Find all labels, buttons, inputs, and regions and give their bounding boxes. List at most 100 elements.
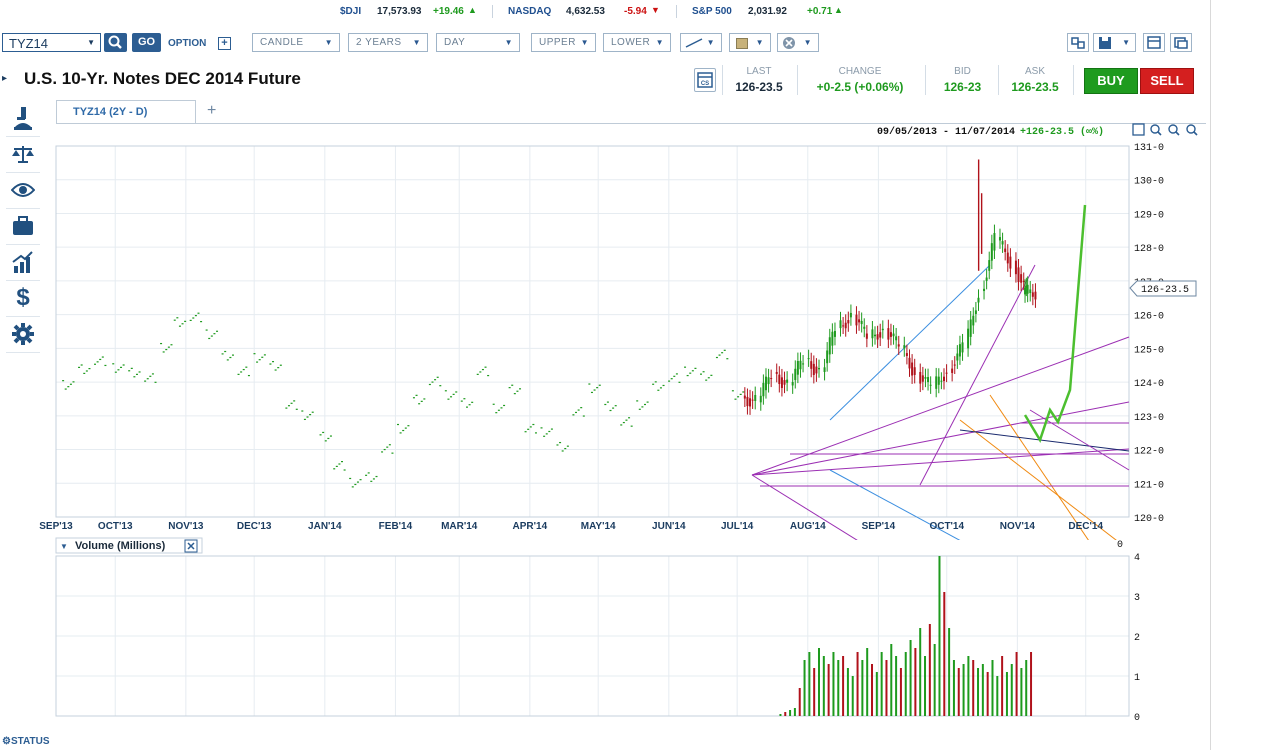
layout-button[interactable] — [1143, 33, 1165, 52]
volume-bar — [914, 648, 917, 716]
volume-bar — [895, 656, 898, 716]
buy-button[interactable]: BUY — [1084, 68, 1138, 94]
go-button[interactable]: GO — [132, 33, 161, 52]
candle-body — [791, 381, 794, 386]
volume-bar — [904, 652, 907, 716]
volume-bar — [909, 640, 912, 716]
candle-body — [828, 337, 831, 355]
date-tick-label: OCT'14 — [929, 521, 964, 532]
candle-body — [953, 364, 956, 366]
upper-value: UPPER — [539, 37, 576, 48]
settings-share-button[interactable] — [1067, 33, 1089, 52]
candle-body — [1020, 274, 1023, 283]
volume-bar — [885, 660, 888, 716]
color-tool[interactable]: ▼ — [729, 33, 771, 52]
volume-bar — [991, 660, 994, 716]
chevron-down-icon: ▼ — [412, 38, 421, 47]
interval-select[interactable]: DAY ▼ — [436, 33, 520, 52]
add-option-icon[interactable]: + — [218, 37, 231, 50]
candle-body — [1022, 280, 1025, 282]
date-tick-label: JUN'14 — [652, 521, 686, 532]
layout-icon — [1147, 36, 1161, 49]
volume-bar — [1020, 668, 1023, 716]
chevron-down-icon: ▼ — [580, 38, 589, 47]
instrument-title: U.S. 10-Yr. Notes DEC 2014 Future — [24, 69, 301, 88]
popout-button[interactable] — [1170, 33, 1192, 52]
price-chart[interactable]: 131-0130-0129-0128-0127-0126-0125-0124-0… — [0, 120, 1210, 540]
chevron-down-icon[interactable]: ▼ — [87, 38, 95, 47]
candle-body — [780, 377, 783, 389]
candle-body — [823, 367, 826, 372]
candle-body — [967, 328, 970, 349]
ticker-name-sp500[interactable]: S&P 500 — [692, 6, 732, 17]
add-tab-button[interactable]: + — [207, 102, 216, 120]
color-swatch-icon — [736, 38, 748, 49]
upper-indicator-select[interactable]: UPPER ▼ — [531, 33, 596, 52]
ticker-change-sp500: +0.71 — [807, 6, 833, 17]
ticker-name-dji[interactable]: $DJI — [340, 6, 361, 17]
support-line — [959, 429, 1130, 452]
candle-body — [897, 344, 900, 347]
calendar-button[interactable]: CS — [694, 68, 716, 92]
save-button[interactable]: ▼ — [1093, 33, 1136, 52]
volume-bar — [866, 648, 869, 716]
candle-body — [935, 376, 938, 389]
candle-body — [775, 371, 778, 374]
zoom-in-icon[interactable] — [1150, 124, 1162, 136]
volume-bar — [981, 664, 984, 716]
interval-value: DAY — [444, 37, 466, 48]
candle-body — [764, 376, 767, 391]
candle-body — [940, 380, 943, 382]
candle-body — [990, 243, 993, 261]
candle-body — [951, 368, 954, 373]
status-link[interactable]: ⚙STATUS — [2, 736, 49, 747]
candle-body — [924, 377, 927, 379]
pitchfork-mid-line — [751, 401, 1130, 476]
save-icon — [1099, 37, 1111, 49]
volume-tick-label: 4 — [1134, 553, 1140, 564]
candle-body — [759, 395, 762, 403]
fit-screen-icon[interactable] — [1132, 123, 1145, 136]
lower-indicator-select[interactable]: LOWER ▼ — [603, 33, 671, 52]
down-arrow-icon: ▼ — [651, 5, 660, 15]
search-button[interactable] — [104, 33, 127, 52]
candle-body — [1017, 267, 1020, 283]
option-label[interactable]: OPTION — [168, 38, 206, 49]
draw-line-tool[interactable]: ▼ — [680, 33, 722, 52]
search-icon — [108, 35, 122, 49]
volume-chart[interactable]: ▼ Volume (Millions) 0 4 3 2 1 0 — [0, 535, 1210, 725]
date-tick-label: JAN'14 — [308, 521, 342, 532]
price-tick-label: 129-0 — [1134, 210, 1164, 221]
volume-bar — [967, 656, 970, 716]
volume-bar — [948, 628, 951, 716]
range-select[interactable]: 2 YEARS ▼ — [348, 33, 428, 52]
candle-body — [794, 368, 797, 381]
chevron-down-icon[interactable]: ▼ — [60, 542, 68, 551]
symbol-input[interactable]: TYZ14 ▼ — [2, 33, 101, 52]
volume-bar — [962, 664, 965, 716]
candle-body — [1026, 284, 1029, 294]
price-tick-label: 120-0 — [1134, 514, 1164, 525]
volume-bar — [1005, 672, 1008, 716]
collapse-arrow-icon[interactable]: ▸ — [2, 73, 7, 84]
up-arrow-icon: ▲ — [834, 5, 843, 15]
zoom-out-icon[interactable] — [1168, 124, 1180, 136]
candle-body — [842, 325, 845, 327]
candle-body — [1034, 291, 1037, 300]
chart-type-select[interactable]: CANDLE ▼ — [252, 33, 340, 52]
volume-corner-value: 0 — [1117, 540, 1123, 551]
volume-bar — [899, 668, 902, 716]
volume-bar — [952, 660, 955, 716]
zoom-controls — [1132, 123, 1198, 136]
zoom-reset-icon[interactable] — [1186, 124, 1198, 136]
volume-bar — [837, 660, 840, 716]
delete-drawing-tool[interactable]: ▼ — [777, 33, 819, 52]
candle-body — [929, 384, 932, 386]
volume-bar — [832, 652, 835, 716]
ticker-name-nasdaq[interactable]: NASDAQ — [508, 6, 551, 17]
range-value: 2 YEARS — [356, 37, 402, 48]
chart-type-value: CANDLE — [260, 37, 304, 48]
volume-bar — [808, 652, 811, 716]
sell-button[interactable]: SELL — [1140, 68, 1194, 94]
candle-body — [751, 399, 754, 401]
